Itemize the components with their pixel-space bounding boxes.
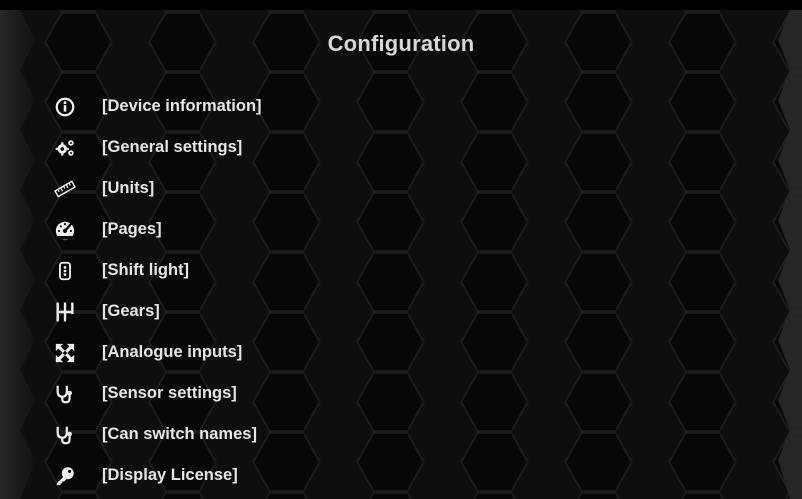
menu-item-label: [Pages] xyxy=(102,220,162,238)
menu-item-sensor-settings[interactable]: [Sensor settings] xyxy=(52,373,612,414)
menu-item-label: [Analogue inputs] xyxy=(102,343,243,361)
gauge-icon xyxy=(52,217,78,243)
menu-item-units[interactable]: [Units] xyxy=(52,168,612,209)
menu-item-label: [Device information] xyxy=(102,97,262,115)
menu-item-label: [Sensor settings] xyxy=(102,384,237,402)
info-icon xyxy=(52,94,78,120)
menu-item-label: [Gears] xyxy=(102,302,160,320)
gears-icon xyxy=(52,135,78,161)
stethoscope-icon xyxy=(52,381,78,407)
config-menu: [Device information] [General settings] … xyxy=(52,86,612,496)
stethoscope-icon xyxy=(52,422,78,448)
top-bar xyxy=(0,0,802,10)
menu-item-general-settings[interactable]: [General settings] xyxy=(52,127,612,168)
menu-item-label: [Units] xyxy=(102,179,155,197)
key-icon xyxy=(52,463,78,489)
menu-item-analogue-inputs[interactable]: [Analogue inputs] xyxy=(52,332,612,373)
menu-item-label: [General settings] xyxy=(102,138,243,156)
menu-item-device-information[interactable]: [Device information] xyxy=(52,86,612,127)
menu-item-pages[interactable]: [Pages] xyxy=(52,209,612,250)
ruler-icon xyxy=(52,176,78,202)
menu-item-display-license[interactable]: [Display License] xyxy=(52,455,612,496)
gear-shifter-icon xyxy=(52,299,78,325)
page-title: Configuration xyxy=(327,31,475,56)
menu-item-can-switch-names[interactable]: [Can switch names] xyxy=(52,414,612,455)
menu-item-label: [Shift light] xyxy=(102,261,190,279)
menu-item-label: [Display License] xyxy=(102,466,238,484)
menu-item-shift-light[interactable]: [Shift light] xyxy=(52,250,612,291)
menu-item-gears[interactable]: [Gears] xyxy=(52,291,612,332)
expand-arrows-icon xyxy=(52,340,78,366)
shift-light-icon xyxy=(52,258,78,284)
menu-item-label: [Can switch names] xyxy=(102,425,257,443)
